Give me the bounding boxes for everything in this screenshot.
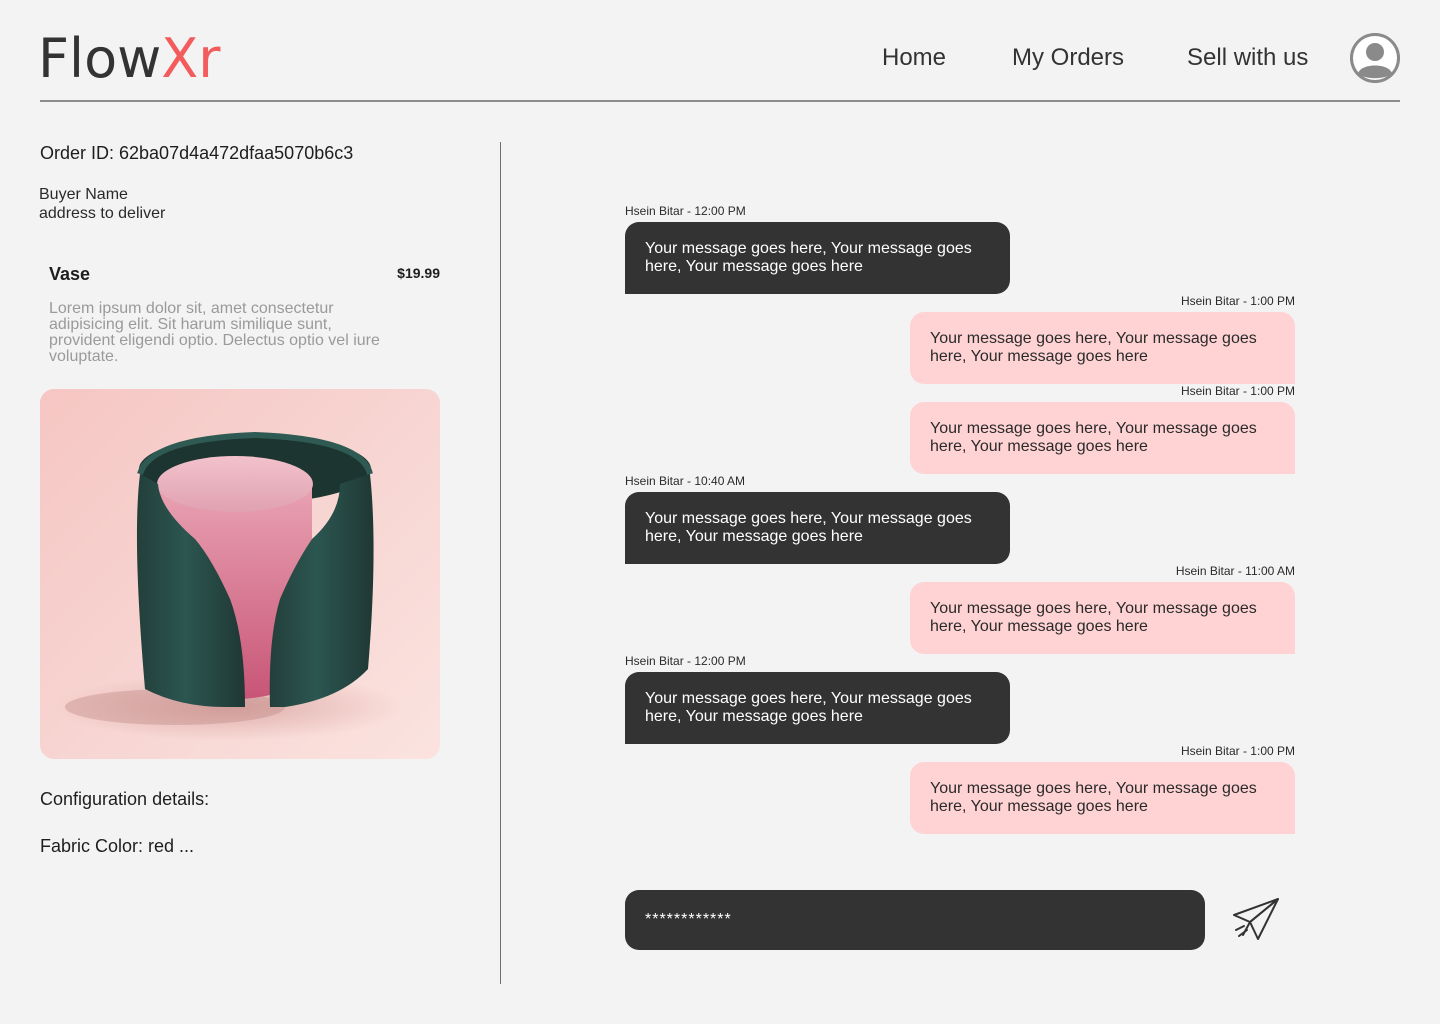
configuration-fabric-color: Fabric Color: red ...: [40, 836, 195, 856]
order-id-label: Order ID: 62ba07d4a472dfaa5070b6c3: [40, 143, 354, 163]
message-meta: Hsein Bitar - 1:00 PM: [1180, 744, 1295, 758]
message-meta: Hsein Bitar - 12:00 PM: [625, 204, 746, 218]
user-icon: [1350, 33, 1400, 83]
send-button[interactable]: [1230, 895, 1282, 945]
buyer-address: address to deliver: [39, 205, 166, 222]
nav-sell-with-us-link[interactable]: Sell with us: [1187, 40, 1308, 76]
message-meta: Hsein Bitar - 1:00 PM: [1180, 384, 1295, 398]
product-description: Lorem ipsum dolor sit, amet consectetur …: [49, 300, 380, 365]
nav-home-link[interactable]: Home: [882, 40, 946, 76]
product-name: Vase: [49, 264, 91, 284]
message-bubble-outgoing: Your message goes here, Your message goe…: [910, 582, 1295, 654]
logo-text-xr: Xr: [161, 27, 221, 90]
nav-my-orders-link[interactable]: My Orders: [1012, 40, 1124, 76]
panel-divider: [500, 142, 501, 984]
brand-logo[interactable]: FlowXr: [38, 28, 220, 90]
message-bubble-incoming: Your message goes here, Your message goe…: [625, 672, 1010, 744]
configuration-title: Configuration details:: [40, 789, 210, 809]
message-bubble-incoming: Your message goes here, Your message goe…: [625, 222, 1010, 294]
message-bubble-incoming: Your message goes here, Your message goe…: [625, 492, 1010, 564]
message-meta: Hsein Bitar - 12:00 PM: [625, 654, 746, 668]
send-icon: [1233, 898, 1279, 940]
message-bubble-outgoing: Your message goes here, Your message goe…: [910, 312, 1295, 384]
product-price: $19.99: [397, 265, 440, 281]
user-avatar-button[interactable]: [1350, 33, 1400, 83]
message-meta: Hsein Bitar - 10:40 AM: [625, 474, 746, 488]
message-bubble-outgoing: Your message goes here, Your message goe…: [910, 762, 1295, 834]
message-input[interactable]: ************: [625, 890, 1205, 950]
logo-text-flow: Flow: [38, 27, 162, 90]
buyer-name: Buyer Name: [39, 186, 128, 203]
message-meta: Hsein Bitar - 11:00 AM: [1175, 564, 1295, 578]
message-bubble-outgoing: Your message goes here, Your message goe…: [910, 402, 1295, 474]
header-divider: [40, 100, 1400, 102]
message-meta: Hsein Bitar - 1:00 PM: [1180, 294, 1295, 308]
product-image: [40, 389, 440, 759]
